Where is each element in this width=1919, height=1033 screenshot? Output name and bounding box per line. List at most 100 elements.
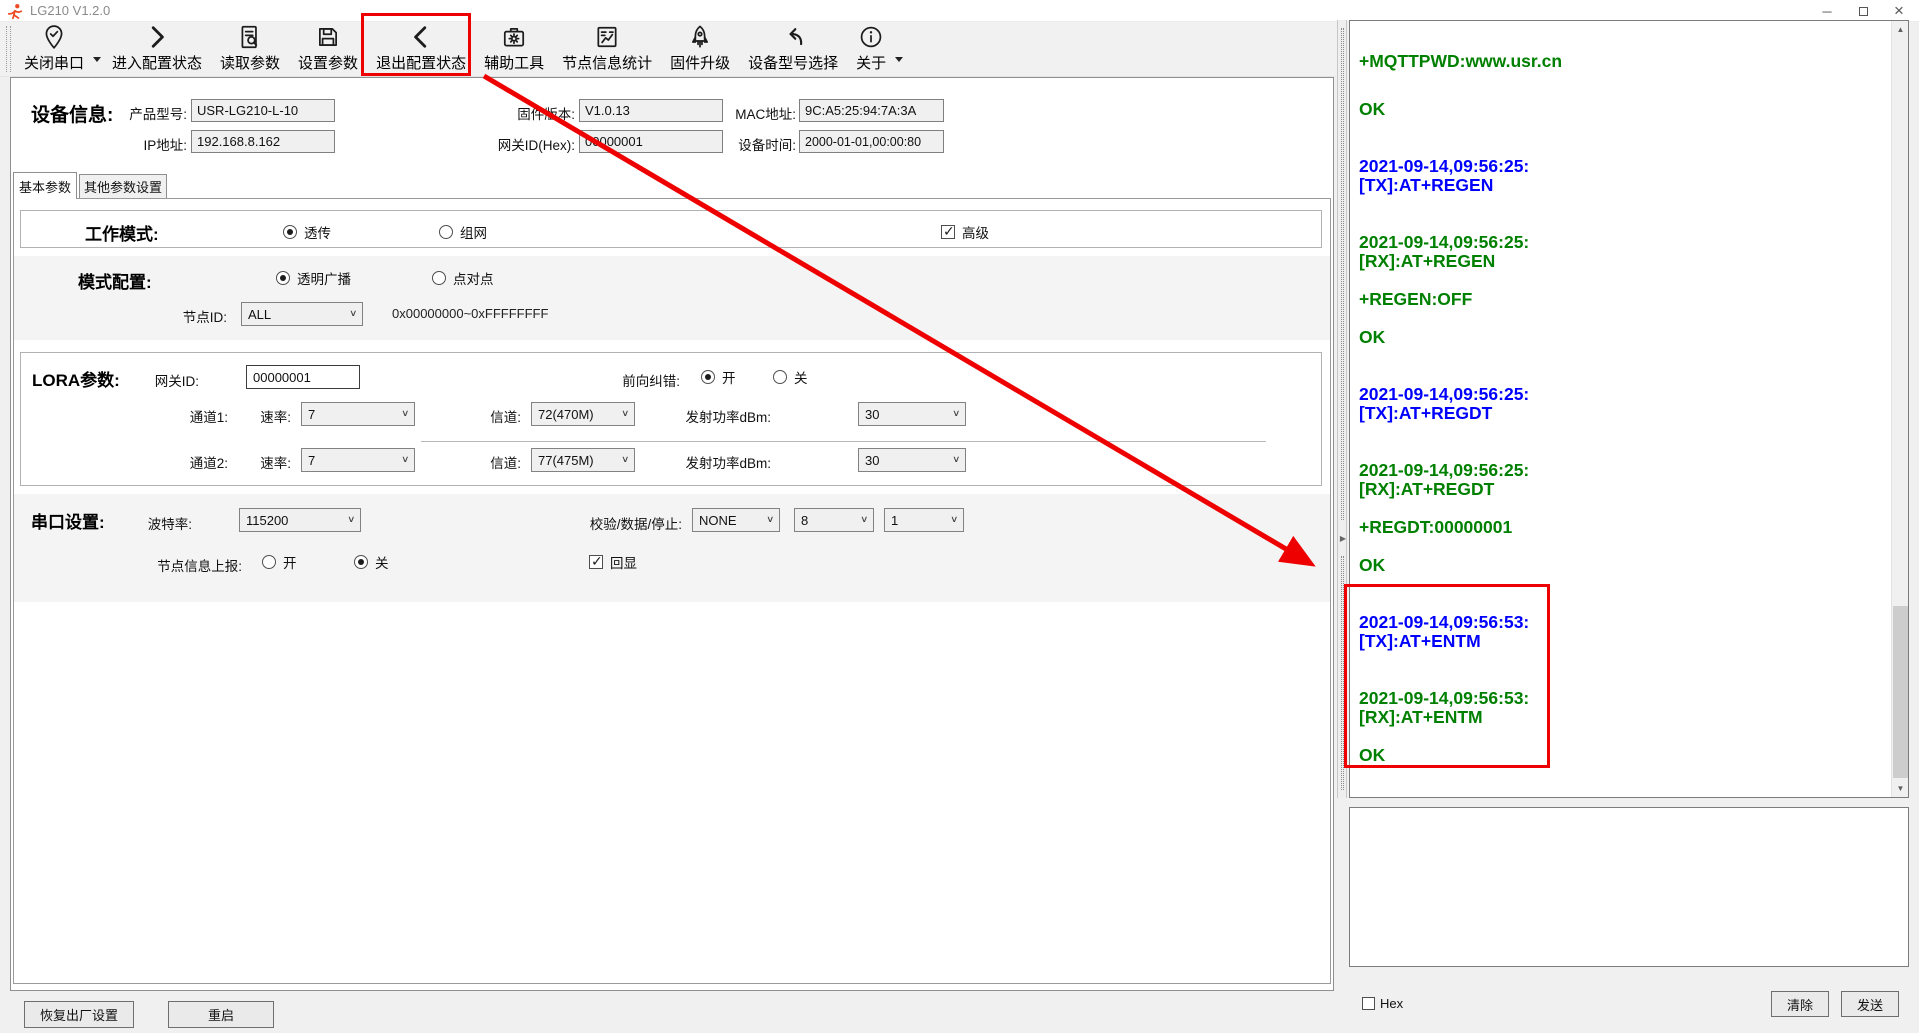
checkbox-echo[interactable]: 回显	[589, 552, 637, 572]
toolbar-button-close-serial[interactable]: 关闭串口	[15, 22, 93, 76]
dropdown-value: 1	[891, 513, 898, 528]
dropdown-value: 115200	[246, 513, 288, 528]
toolbar-button-firmware-upgrade[interactable]: 固件升级	[661, 22, 739, 76]
dropdown-value: NONE	[699, 513, 737, 528]
product-model-field[interactable]: USR-LG210-L-10	[191, 99, 335, 122]
radio-transparent-broadcast[interactable]: 透明广播	[276, 268, 351, 288]
checkbox-unchecked-icon	[1362, 997, 1375, 1010]
channel1-label: 通道1:	[168, 406, 228, 426]
checkbox-advanced[interactable]: 高级	[941, 222, 989, 242]
log-entry: +REGDT:00000001	[1359, 518, 1888, 537]
send-input-panel[interactable]	[1349, 807, 1909, 967]
splitter-collapse-icon[interactable]	[1338, 525, 1348, 551]
power2-dropdown[interactable]: 30	[858, 448, 966, 472]
radio-unselected-icon	[439, 225, 453, 239]
radio-label: 开	[722, 367, 736, 387]
scroll-up-icon[interactable]	[1892, 21, 1909, 38]
radio-label: 点对点	[453, 268, 494, 288]
app-window: LG210 V1.2.0 ─ × 关闭串口 进入配置状态 读取参数	[0, 0, 1919, 1033]
mac-address-label: MAC地址:	[716, 103, 796, 123]
toolbar-button-exit-config[interactable]: 退出配置状态	[367, 22, 475, 76]
about-dropdown-caret-icon[interactable]	[895, 57, 903, 62]
radio-label: 开	[283, 552, 297, 572]
restart-button[interactable]: 重启	[168, 1001, 274, 1028]
panel-splitter[interactable]	[1337, 20, 1347, 798]
clear-button[interactable]: 清除	[1771, 991, 1829, 1017]
radio-selected-icon	[283, 225, 297, 239]
lora-params-label: LORA参数:	[32, 366, 120, 391]
power1-dropdown[interactable]: 30	[858, 402, 966, 426]
radio-label: 透传	[304, 222, 331, 242]
radio-label: 关	[794, 367, 808, 387]
device-time-field[interactable]: 2000-01-01,00:00:80	[799, 130, 944, 153]
factory-reset-button[interactable]: 恢复出厂设置	[24, 1001, 134, 1028]
stop-bits-dropdown[interactable]: 1	[884, 508, 964, 532]
radio-unselected-icon	[773, 370, 787, 384]
mac-address-field[interactable]: 9C:A5:25:94:7A:3A	[799, 99, 944, 122]
radio-fec-on[interactable]: 开	[701, 367, 736, 387]
radio-label: 透明广播	[297, 268, 351, 288]
channel-separator	[421, 441, 1266, 442]
radio-fec-off[interactable]: 关	[773, 367, 808, 387]
toolbar-button-aux-tools[interactable]: 辅助工具	[475, 22, 553, 76]
radio-report-on[interactable]: 开	[262, 552, 297, 572]
tab-label: 其他参数设置	[84, 177, 162, 196]
dropdown-value: 30	[865, 453, 879, 468]
baud-rate-label: 波特率:	[120, 513, 192, 533]
radio-selected-icon	[276, 271, 290, 285]
tab-basic-params[interactable]: 基本参数	[13, 172, 77, 199]
title-bar: LG210 V1.2.0 ─ ×	[0, 0, 1919, 22]
minimize-button[interactable]: ─	[1809, 0, 1845, 22]
dropdown-value: 7	[308, 453, 315, 468]
tab-label: 基本参数	[19, 177, 71, 196]
lora-gateway-id-input[interactable]: 00000001	[246, 365, 360, 389]
ip-address-field[interactable]: 192.168.8.162	[191, 130, 335, 153]
serial-settings-section: 串口设置: 波特率: 115200 校验/数据/停止: NONE 8 1 节点信…	[14, 494, 1330, 602]
firmware-version-field[interactable]: V1.0.13	[579, 99, 723, 122]
node-id-dropdown[interactable]: ALL	[241, 302, 363, 326]
toolbar-button-device-model-select[interactable]: 设备型号选择	[739, 22, 847, 76]
log-scrollbar[interactable]	[1891, 21, 1908, 797]
close-button[interactable]: ×	[1881, 0, 1917, 22]
radio-transparent-mode[interactable]: 透传	[283, 222, 331, 242]
doc-search-icon	[237, 23, 263, 51]
radio-report-off[interactable]: 关	[354, 552, 389, 572]
toolbar-button-label: 读取参数	[220, 52, 280, 73]
channel2-freq-dropdown[interactable]: 77(475M)	[531, 448, 635, 472]
baud-rate-dropdown[interactable]: 115200	[239, 508, 361, 532]
maximize-button[interactable]	[1845, 0, 1881, 22]
radio-network-mode[interactable]: 组网	[439, 222, 487, 242]
toolbar-button-about[interactable]: 关于	[847, 22, 895, 76]
close-serial-dropdown-caret-icon[interactable]	[93, 57, 101, 62]
scrollbar-thumb[interactable]	[1893, 606, 1908, 778]
radio-point-to-point[interactable]: 点对点	[432, 268, 494, 288]
toolbar-button-enter-config[interactable]: 进入配置状态	[103, 22, 211, 76]
rate1-dropdown[interactable]: 7	[301, 402, 415, 426]
send-button[interactable]: 发送	[1841, 991, 1899, 1017]
toolbar-button-set-params[interactable]: 设置参数	[289, 22, 367, 76]
checkbox-hex[interactable]: Hex	[1362, 996, 1403, 1011]
toolbar-button-node-stats[interactable]: 节点信息统计	[553, 22, 661, 76]
scroll-down-icon[interactable]	[1892, 780, 1909, 797]
gateway-id-hex-field[interactable]: 00000001	[579, 130, 723, 153]
rate2-dropdown[interactable]: 7	[301, 448, 415, 472]
maximize-icon	[1859, 7, 1868, 16]
dropdown-value: 77(475M)	[538, 453, 594, 468]
log-entry: 2021-09-14,09:56:25:[RX]:AT+REGDT	[1359, 461, 1888, 499]
toolbar-button-read-params[interactable]: 读取参数	[211, 22, 289, 76]
node-id-label: 节点ID:	[157, 306, 227, 326]
data-bits-dropdown[interactable]: 8	[794, 508, 874, 532]
close-icon: ×	[1894, 1, 1904, 21]
tab-other-params[interactable]: 其他参数设置	[79, 174, 167, 199]
parity-dropdown[interactable]: NONE	[692, 508, 780, 532]
chevron-left-icon	[408, 23, 434, 51]
log-entry: +REGEN:OFF	[1359, 290, 1888, 309]
toolbar-button-label: 节点信息统计	[562, 52, 652, 73]
toolbar-gripper[interactable]	[6, 26, 11, 72]
channel1-freq-dropdown[interactable]: 72(470M)	[531, 402, 635, 426]
log-entry: 2021-09-14,09:56:53:[TX]:AT+ENTM	[1359, 613, 1888, 651]
channel2-label: 通道2:	[168, 452, 228, 472]
work-mode-section: 工作模式: 透传 组网 高级	[20, 210, 1322, 248]
log-output-panel[interactable]: +MQTTPWD:www.usr.cnOK2021-09-14,09:56:25…	[1349, 20, 1909, 798]
back-arrow-icon	[780, 23, 806, 51]
